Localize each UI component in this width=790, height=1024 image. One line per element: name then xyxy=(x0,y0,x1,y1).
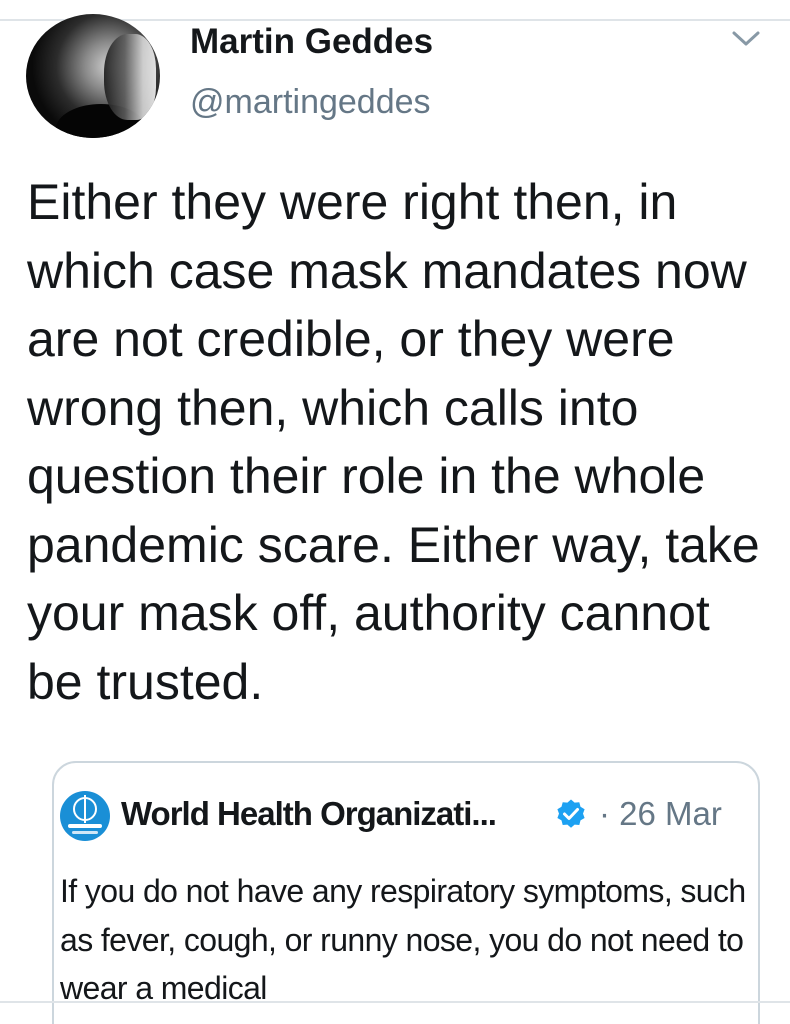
who-logo-staff xyxy=(84,795,86,823)
who-logo[interactable] xyxy=(60,791,110,841)
bottom-divider xyxy=(0,1001,790,1003)
quoted-tweet-date[interactable]: · 26 Mar xyxy=(599,795,722,833)
who-logo-text-band-small xyxy=(72,831,98,834)
quoted-tweet-card[interactable]: World Health Organizati... · 26 Mar If y… xyxy=(52,761,760,1024)
tweet-screen: Martin Geddes @martingeddes Either they … xyxy=(0,0,790,1024)
author-display-name[interactable]: Martin Geddes xyxy=(190,22,433,62)
quoted-author-name[interactable]: World Health Organizati... xyxy=(121,795,497,833)
author-avatar[interactable] xyxy=(26,14,160,138)
avatar-face-shape xyxy=(104,34,156,120)
chevron-down-icon[interactable] xyxy=(731,28,761,50)
verified-badge-icon xyxy=(557,799,585,828)
author-handle[interactable]: @martingeddes xyxy=(190,83,431,122)
tweet-text: Either they were right then, in which ca… xyxy=(27,174,760,710)
who-logo-text-band xyxy=(68,824,102,828)
quoted-tweet-text: If you do not have any respiratory sympt… xyxy=(60,873,746,1006)
